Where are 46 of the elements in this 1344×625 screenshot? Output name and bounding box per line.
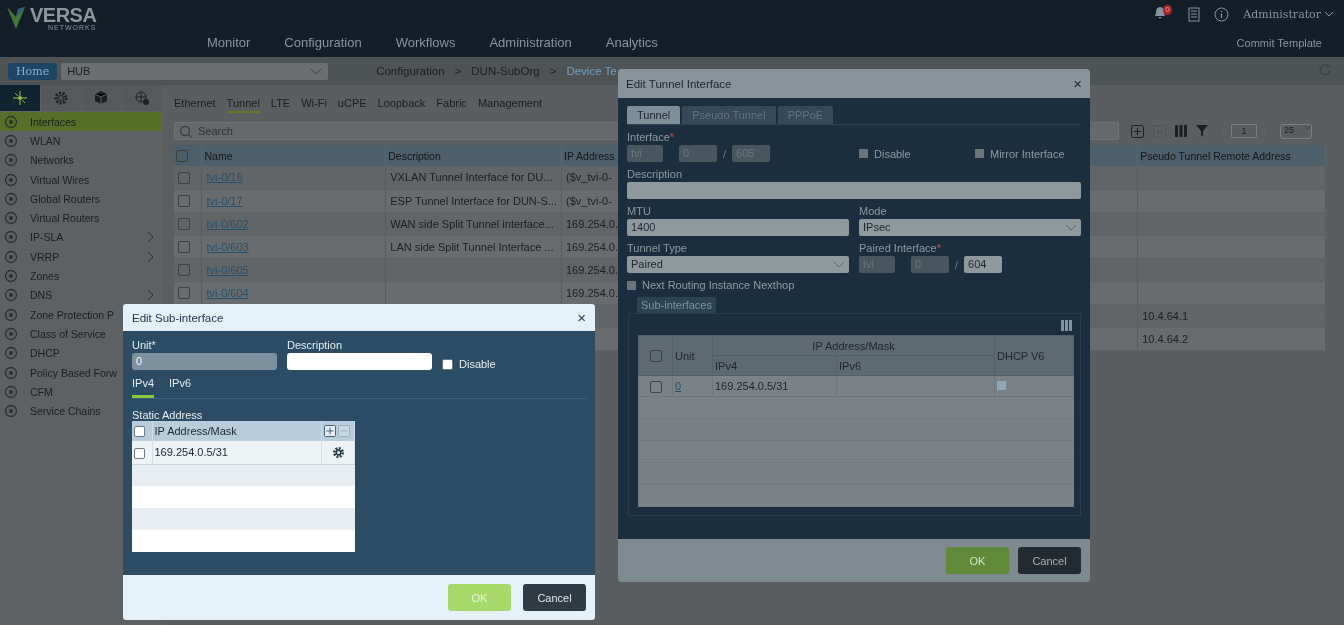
field-label: Paired Interface: [859, 242, 937, 256]
table-cell: ESP Tunnel Interface for DUN-S...: [390, 194, 557, 207]
dialog-title: Edit Tunnel Interface: [626, 77, 732, 90]
table-cell: 10.4.64.1: [1142, 309, 1189, 322]
separator-text: /: [723, 147, 727, 160]
table-cell: 169.254.0.: [566, 286, 618, 299]
column-header: Description: [385, 145, 562, 166]
column-header: DHCP V6: [994, 335, 1074, 376]
breadcrumb-separator: >: [454, 65, 462, 77]
field-label: Mode: [859, 205, 888, 219]
checkbox-label: Disable: [874, 147, 911, 160]
required-mark: *: [936, 242, 941, 256]
table-cell: 169.254.0.: [566, 217, 618, 230]
notification-badge: 0: [1163, 5, 1172, 15]
table-cell: 10.4.64.2: [1142, 332, 1189, 345]
field-label: Interface: [627, 131, 670, 145]
checkbox-label: Disable: [459, 358, 496, 370]
section-label: Static Address: [132, 409, 204, 421]
field-label: Description: [287, 339, 344, 353]
field-label: Tunnel Type: [627, 242, 688, 256]
column-header: IP Address/Mask: [152, 421, 322, 441]
table-cell: WAN side Split Tunnel interface...: [390, 217, 554, 230]
table-cell: VXLAN Tunnel Interface for DU...: [390, 171, 553, 184]
dialog-title: Edit Sub-interface: [132, 311, 224, 324]
breadcrumb-separator: >: [549, 65, 557, 77]
column-group-header: IP Address/Mask: [712, 335, 995, 356]
table-cell: 169.254.0.: [566, 263, 618, 276]
table-cell: LAN side Split Tunnel Interface ...: [390, 240, 554, 253]
required-mark: *: [669, 131, 675, 145]
required-mark: *: [151, 339, 156, 353]
table-cell: 169.254.0.5/31: [154, 446, 228, 459]
table-cell: 169.254.0.5/31: [715, 380, 789, 392]
column-header: Name: [202, 145, 386, 166]
separator-text: /: [955, 258, 959, 271]
field-label: Description: [627, 168, 684, 182]
column-header: Pseudo Tunnel Remote Address: [1137, 145, 1326, 166]
checkbox-label: Next Routing Instance Nexthop: [642, 279, 795, 291]
table-cell: ($v_tvi-0-: [566, 171, 612, 184]
table-cell: ($v_tvi-0-: [566, 194, 612, 207]
checkbox-label: Mirror Interface: [990, 147, 1065, 160]
logo-text: VERSA: [30, 3, 97, 26]
table-cell: 169.254.0.: [566, 240, 618, 253]
breadcrumb-item: Device Te: [566, 65, 617, 77]
field-label: Unit: [132, 339, 152, 353]
field-label: MTU: [627, 205, 652, 219]
column-header: Unit: [672, 335, 713, 376]
